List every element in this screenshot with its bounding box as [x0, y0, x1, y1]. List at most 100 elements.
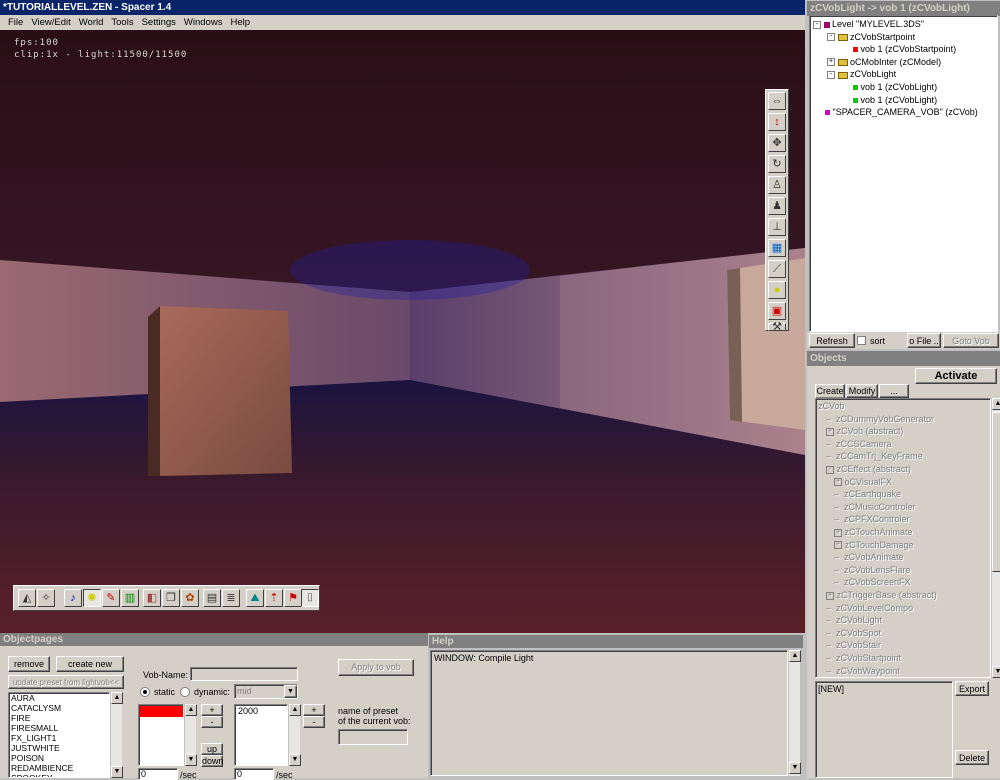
music-note-icon[interactable]: ♪: [64, 589, 82, 607]
object-class-item[interactable]: + zCVob (abstract): [826, 425, 904, 437]
menu-item-tools[interactable]: Tools: [107, 17, 137, 28]
range-minus-button[interactable]: -: [303, 716, 325, 728]
object-class-item[interactable]: + zCTouchAnimate: [834, 526, 913, 538]
menu-item-view-edit[interactable]: View/Edit: [27, 17, 74, 28]
range-list[interactable]: 2000: [234, 704, 288, 766]
vob-tree-item[interactable]: + oCMobInter (zCModel): [827, 56, 941, 68]
viewport-3d[interactable]: fps:100 clip:1x - light:11500/11500 ⇔ ↕ …: [0, 30, 805, 633]
expand-toggle-icon[interactable]: +: [834, 541, 842, 550]
expand-toggle-icon[interactable]: -: [826, 465, 834, 474]
color-blocks-icon[interactable]: ▦: [768, 239, 786, 257]
expand-toggle-icon[interactable]: -: [813, 20, 821, 29]
tab-modify[interactable]: Modify: [846, 384, 878, 398]
slope-icon[interactable]: ⟋: [768, 260, 786, 278]
static-radio[interactable]: [140, 687, 150, 697]
update-preset-button[interactable]: update preset from lightvob<<: [8, 675, 124, 689]
range-scroll-down-icon[interactable]: ▼: [289, 754, 301, 766]
vob-name-input[interactable]: [190, 667, 298, 681]
preset-item[interactable]: FIRE: [9, 713, 109, 723]
move-vertical-icon[interactable]: ↕: [768, 113, 786, 131]
help-title-bar[interactable]: Help: [429, 635, 803, 648]
dynamic-select[interactable]: mid ▼: [234, 684, 298, 699]
down-button[interactable]: down: [201, 755, 224, 767]
person-icon[interactable]: ♟: [768, 197, 786, 215]
scroll-down-arrow-icon[interactable]: ▼: [992, 666, 1000, 678]
help-scrollbar[interactable]: ▲ ▼: [788, 650, 801, 776]
gravity-icon[interactable]: ⊥: [768, 218, 786, 236]
object-class-item[interactable]: – zCVobLensFlare: [834, 564, 911, 576]
objects-scrollbar[interactable]: ▲ ▼: [991, 398, 1000, 678]
star-icon[interactable]: ✧: [37, 589, 55, 607]
tab-more[interactable]: ...: [879, 384, 909, 398]
object-class-item[interactable]: – zCVobScreenFX: [834, 576, 911, 588]
object-class-item[interactable]: – zCCSCamera: [826, 438, 892, 450]
cubes-icon[interactable]: ❒: [162, 589, 180, 607]
expand-toggle-icon[interactable]: +: [826, 427, 834, 436]
scroll-up-arrow-icon[interactable]: ▲: [992, 398, 1000, 410]
menu-item-file[interactable]: File: [4, 17, 27, 28]
pencil-icon[interactable]: ✎: [102, 589, 120, 607]
menu-item-help[interactable]: Help: [226, 17, 254, 28]
objects-title-bar[interactable]: Objects: [807, 351, 1000, 366]
color-plus-button[interactable]: +: [201, 704, 223, 716]
preset-item[interactable]: AURA: [9, 693, 109, 703]
delete-button[interactable]: Delete: [955, 750, 989, 765]
light-icon[interactable]: ✺: [83, 589, 101, 607]
object-class-item[interactable]: + zCTouchDamage: [834, 539, 914, 551]
rotate-icon[interactable]: ↻: [768, 155, 786, 173]
objects-class-tree[interactable]: zCVob – zCDummyVobGenerator + zCVob (abstra…: [815, 398, 991, 678]
to-file-button[interactable]: o File ..: [907, 333, 941, 348]
waypoint-icon[interactable]: ⚑: [284, 589, 302, 607]
scroll-thumb[interactable]: [992, 412, 1000, 572]
color-scroll-down-icon[interactable]: ▼: [185, 754, 197, 766]
preset-list-scrollbar[interactable]: ▲ ▼: [110, 692, 123, 778]
range-list-scrollbar[interactable]: ▲ ▼: [288, 704, 301, 766]
color-list[interactable]: [138, 704, 184, 766]
preset-item[interactable]: REDAMBIENCE: [9, 763, 109, 773]
vob-tree-item[interactable]: - zCVobStartpoint: [827, 31, 915, 43]
camera-icon[interactable]: ▣: [768, 302, 786, 320]
expand-toggle-icon[interactable]: +: [834, 528, 842, 537]
preset-scroll-up-icon[interactable]: ▲: [111, 692, 123, 704]
tools-icon[interactable]: ⚒: [768, 322, 786, 333]
color-scroll-up-icon[interactable]: ▲: [185, 704, 197, 716]
vob-tree-item[interactable]: - zCVobLight: [827, 68, 896, 80]
object-class-item[interactable]: – zCDummyVobGenerator: [826, 413, 934, 425]
vob-tree-item[interactable]: "SPACER_CAMERA_VOB" (zCVob): [813, 106, 978, 118]
up-button[interactable]: up: [201, 743, 223, 755]
preset-item[interactable]: JUSTWHITE: [9, 743, 109, 753]
goto-vob-button[interactable]: Goto Vob: [943, 333, 999, 348]
preset-item[interactable]: CATACLYSM: [9, 703, 109, 713]
vob-tree-view[interactable]: - Level "MYLEVEL.3DS" - zCVobStartpoint v…: [809, 15, 998, 332]
menu-item-windows[interactable]: Windows: [180, 17, 227, 28]
object-class-item[interactable]: – zCVobStartpoint: [826, 652, 901, 664]
arrow-up-icon[interactable]: ⇡: [265, 589, 283, 607]
bracket-icon[interactable]: ⌷: [301, 589, 319, 607]
remove-button[interactable]: remove: [8, 656, 50, 672]
expand-toggle-icon[interactable]: -: [827, 33, 835, 42]
preset-scroll-down-icon[interactable]: ▼: [111, 766, 123, 778]
vob-tree-item[interactable]: vob 1 (zCVobLight): [841, 94, 937, 106]
object-class-item[interactable]: zCVob: [818, 400, 845, 412]
activate-button[interactable]: Activate: [915, 368, 997, 384]
object-class-item[interactable]: – zCEarthquake: [834, 488, 901, 500]
walk-icon[interactable]: ♙: [768, 176, 786, 194]
main-title-bar[interactable]: *TUTORIALLEVEL.ZEN - Spacer 1.4: [0, 0, 805, 15]
help-scroll-up-icon[interactable]: ▲: [789, 650, 801, 662]
object-class-item[interactable]: – zCVobWaypoint: [826, 665, 900, 677]
dynamic-radio[interactable]: [180, 687, 190, 697]
move-all-icon[interactable]: ✥: [768, 134, 786, 152]
refresh-button[interactable]: Refresh: [809, 333, 855, 348]
color-speed-input[interactable]: 0: [138, 768, 178, 780]
object-class-item[interactable]: – zCVobStair: [826, 639, 881, 651]
expand-toggle-icon[interactable]: +: [827, 58, 835, 67]
landscape-icon[interactable]: ▥: [121, 589, 139, 607]
preset-name-input[interactable]: [338, 729, 408, 745]
object-class-item[interactable]: – zCVobAnimate: [834, 551, 904, 563]
list-icon[interactable]: ≣: [222, 589, 240, 607]
preset-item[interactable]: FIRESMALL: [9, 723, 109, 733]
object-class-item[interactable]: – zCMusicControler: [834, 501, 916, 513]
object-class-item[interactable]: – zCVobSpot: [826, 627, 881, 639]
expand-toggle-icon[interactable]: +: [834, 478, 842, 487]
expand-toggle-icon[interactable]: +: [826, 591, 834, 600]
